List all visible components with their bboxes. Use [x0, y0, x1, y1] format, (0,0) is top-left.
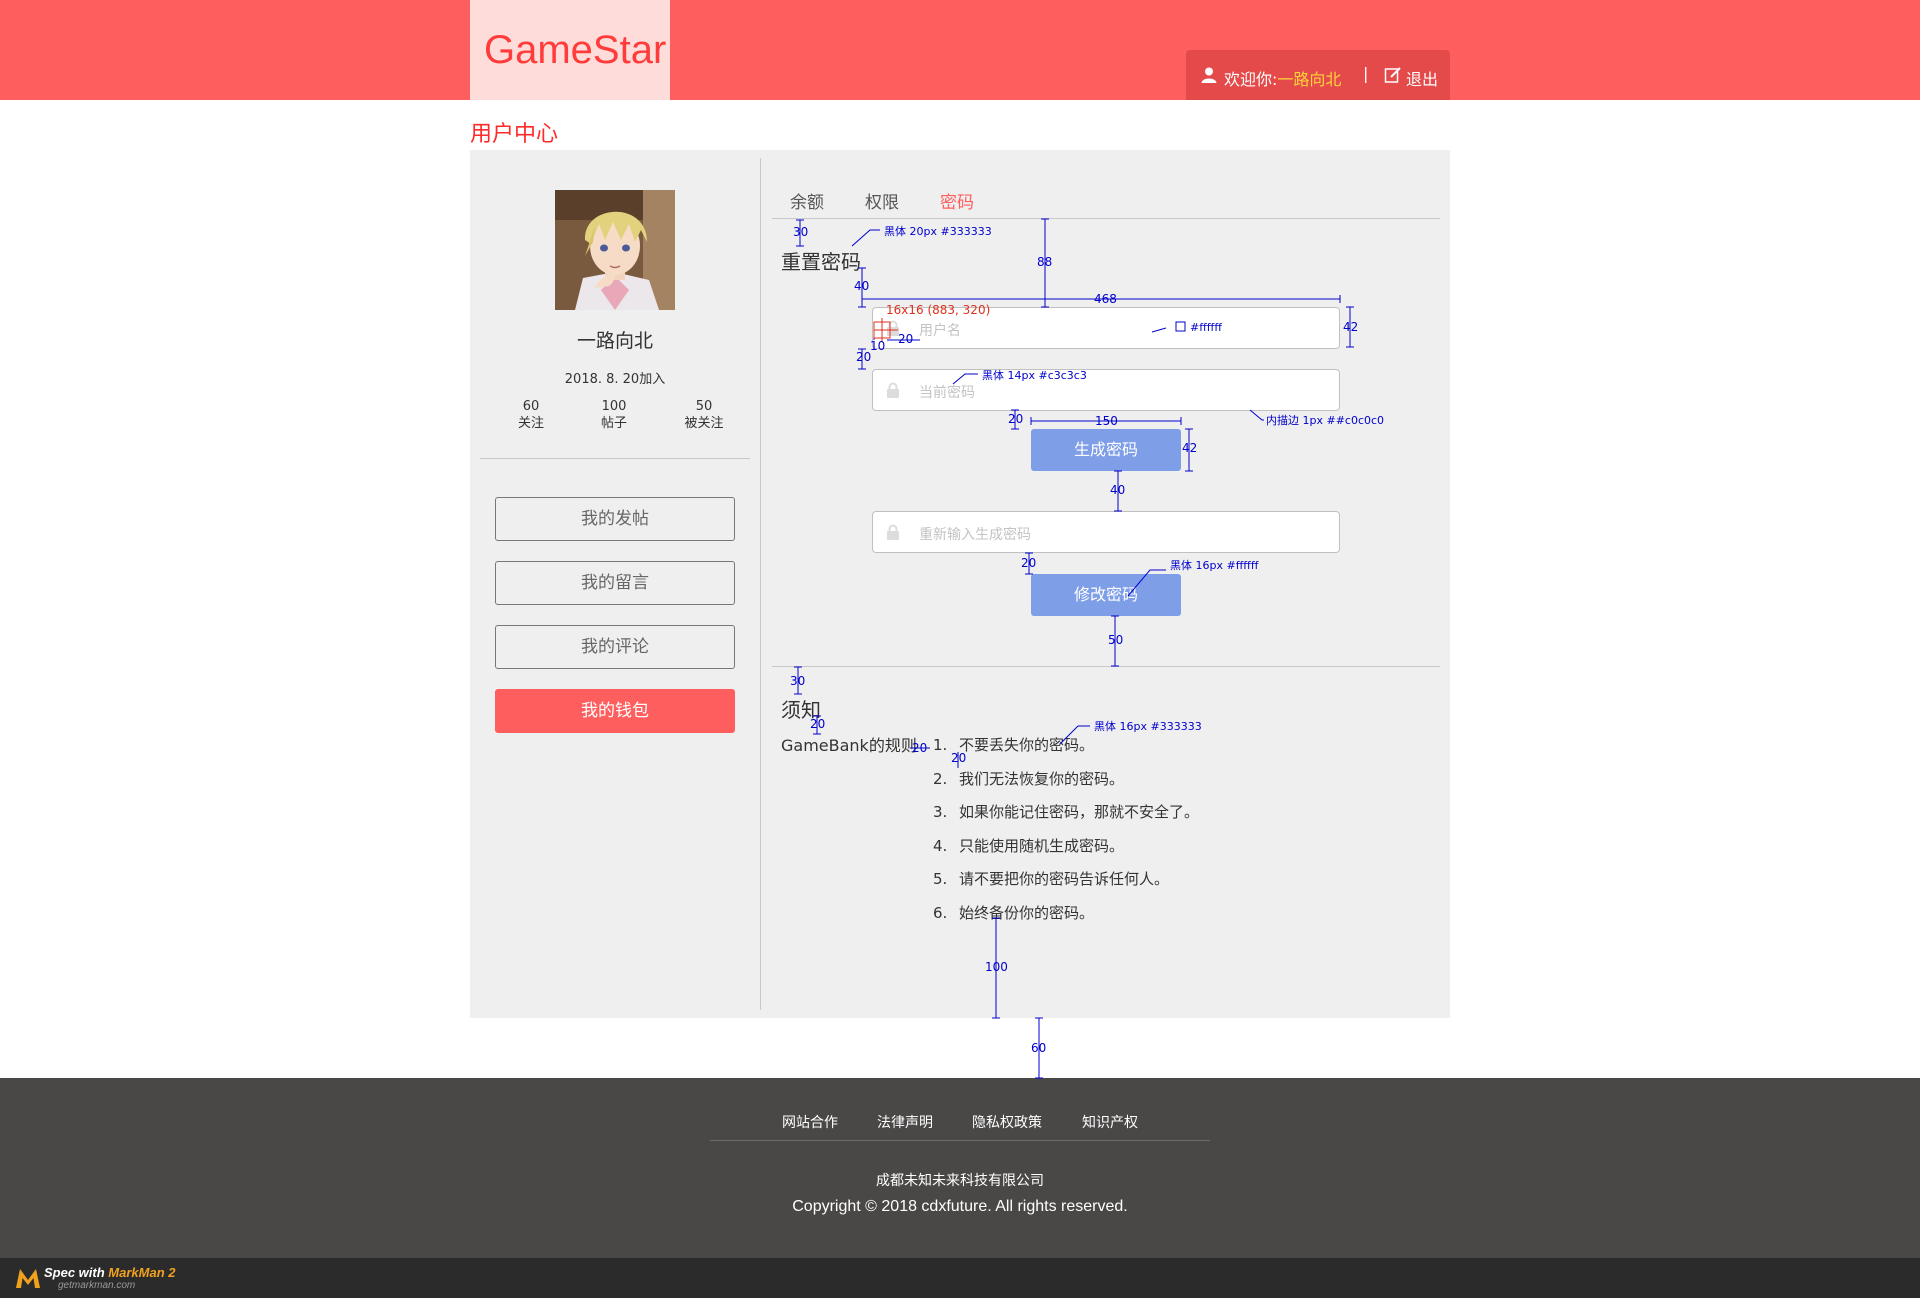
tab-password[interactable]: 密码 — [940, 188, 974, 213]
rule-number: 6. — [933, 904, 948, 922]
rule-text: 请不要把你的密码告诉任何人。 — [959, 870, 1170, 888]
logout-link[interactable]: 退出 — [1406, 66, 1438, 90]
edit-icon[interactable] — [1384, 66, 1402, 84]
rule-item: 4. 只能使用随机生成密码。 — [933, 835, 1124, 856]
rule-item: 6. 始终备份你的密码。 — [933, 902, 1094, 923]
footer-link-legal[interactable]: 法律声明 — [877, 1112, 933, 1132]
rule-text: 不要丢失你的密码。 — [959, 736, 1095, 754]
logo[interactable]: GameStar — [470, 0, 670, 100]
markman-label: Spec with MarkMan 2 — [44, 1265, 176, 1280]
current-password-placeholder: 当前密码 — [919, 385, 975, 401]
username-field[interactable]: 用户名 — [872, 307, 1340, 349]
rule-text: 我们无法恢复你的密码。 — [959, 770, 1125, 788]
rule-number: 5. — [933, 870, 948, 888]
vertical-divider — [760, 158, 761, 1010]
stat-label: 关注 — [517, 416, 544, 431]
stat-posts[interactable]: 100 帖子 — [574, 398, 654, 432]
avatar[interactable] — [555, 190, 675, 310]
reenter-password-placeholder: 重新输入生成密码 — [919, 527, 1031, 543]
footer-link-cooperation[interactable]: 网站合作 — [782, 1112, 838, 1132]
rule-text: 始终备份你的密码。 — [959, 904, 1095, 922]
page-title: 用户中心 — [470, 122, 559, 147]
footer: 网站合作 法律声明 隐私权政策 知识产权 成都未知未来科技有限公司 Copyri… — [0, 1078, 1920, 1258]
stat-label: 被关注 — [684, 416, 724, 431]
tab-underline — [772, 218, 1440, 219]
markman-logo-icon — [16, 1269, 40, 1288]
notice-title: 须知 — [781, 698, 821, 722]
section-divider — [772, 666, 1440, 667]
rule-text: 只能使用随机生成密码。 — [959, 837, 1125, 855]
lock-icon — [887, 382, 899, 398]
lock-icon — [887, 524, 899, 540]
markman-prefix: Spec with — [44, 1265, 109, 1280]
avatar-image — [555, 190, 675, 310]
rule-number: 1. — [933, 736, 948, 754]
markman-bar: Spec with MarkMan 2 getmarkman.com — [0, 1258, 1920, 1298]
header-username[interactable]: 一路向北 — [1277, 70, 1341, 89]
welcome-prefix: 欢迎你: — [1224, 70, 1278, 89]
join-date: 2018. 8. 20加入 — [564, 372, 666, 387]
username-placeholder: 用户名 — [919, 323, 961, 339]
rule-text: 如果你能记住密码，那就不安全了。 — [959, 803, 1200, 821]
current-password-field[interactable]: 当前密码 — [872, 369, 1340, 411]
logo-text: GameStar — [484, 28, 667, 72]
stat-following[interactable]: 60 关注 — [491, 398, 571, 432]
copyright: Copyright © 2018 cdxfuture. All rights r… — [792, 1198, 1128, 1215]
rule-item: 2. 我们无法恢复你的密码。 — [933, 768, 1124, 789]
menu-my-wallet[interactable]: 我的钱包 — [495, 689, 735, 733]
rule-item: 5. 请不要把你的密码告诉任何人。 — [933, 868, 1169, 889]
rule-item: 1. 不要丢失你的密码。 — [933, 734, 1094, 755]
rules-label: GameBank的规则 — [781, 736, 917, 755]
rule-number: 2. — [933, 770, 948, 788]
menu-my-posts[interactable]: 我的发帖 — [495, 497, 735, 541]
reenter-password-field[interactable]: 重新输入生成密码 — [872, 511, 1340, 553]
sidebar-divider — [480, 458, 750, 459]
user-bar: 欢迎你:一路向北 | 退出 — [1186, 50, 1450, 100]
rule-number: 4. — [933, 837, 948, 855]
welcome-text: 欢迎你:一路向北 — [1224, 66, 1341, 90]
menu-my-comments[interactable]: 我的评论 — [495, 625, 735, 669]
markman-brand: MarkMan 2 — [108, 1265, 176, 1280]
stat-label: 帖子 — [600, 416, 627, 431]
rule-item: 3. 如果你能记住密码，那就不安全了。 — [933, 801, 1199, 822]
company-name: 成都未知未来科技有限公司 — [876, 1173, 1044, 1189]
anno-60: 60 — [1031, 1041, 1046, 1055]
stat-value: 60 — [522, 399, 540, 414]
user-icon — [1201, 67, 1217, 83]
tab-balance[interactable]: 余额 — [790, 188, 824, 213]
lock-icon — [887, 320, 899, 336]
stat-value: 50 — [695, 399, 713, 414]
menu-my-messages[interactable]: 我的留言 — [495, 561, 735, 605]
stat-followers[interactable]: 50 被关注 — [664, 398, 744, 432]
header-bar: GameStar 欢迎你:一路向北 | 退出 — [0, 0, 1920, 100]
footer-link-privacy[interactable]: 隐私权政策 — [972, 1112, 1042, 1132]
change-password-button[interactable]: 修改密码 — [1031, 574, 1181, 616]
markman-site: getmarkman.com — [58, 1280, 136, 1291]
rule-number: 3. — [933, 803, 948, 821]
tab-permissions[interactable]: 权限 — [865, 188, 899, 213]
stat-value: 100 — [601, 399, 627, 414]
profile-name: 一路向北 — [576, 330, 653, 352]
generate-password-button[interactable]: 生成密码 — [1031, 429, 1181, 471]
footer-link-ip[interactable]: 知识产权 — [1082, 1112, 1138, 1132]
footer-divider — [710, 1140, 1210, 1141]
header-separator: | — [1363, 64, 1369, 83]
reset-password-title: 重置密码 — [781, 250, 861, 274]
